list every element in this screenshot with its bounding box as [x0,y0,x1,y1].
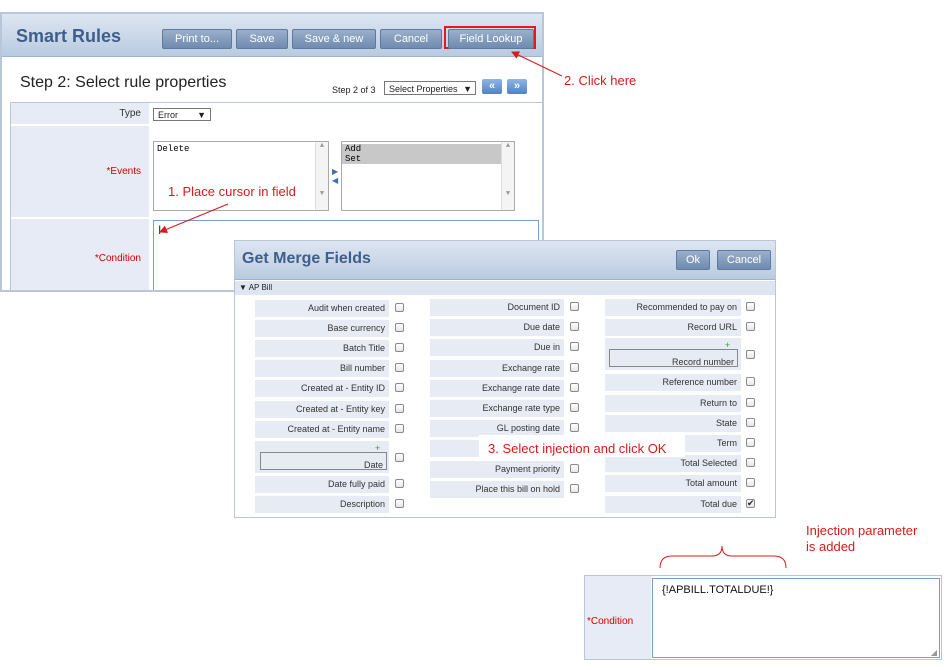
result-condition-textarea[interactable]: {!APBILL.TOTALDUE!} ◢ [652,578,940,658]
field-reference-number: Reference number [605,374,741,391]
field-base-currency: Base currency [255,320,389,337]
checkbox[interactable] [570,423,579,432]
checkbox[interactable] [746,302,755,311]
field-payment-priority: Payment priority [430,461,564,478]
field-due-in: Due in [430,339,564,356]
checkbox[interactable] [746,438,755,447]
checkbox[interactable] [746,458,755,467]
result-note-line2: is added [806,539,856,554]
result-note: Injection parameter is added [806,523,917,555]
field-created-entity-id: Created at - Entity ID [255,380,389,397]
ok-button[interactable]: Ok [676,250,710,270]
field-due-date: Due date [430,319,564,336]
section-label: AP Bill [248,283,273,292]
checkbox[interactable] [395,453,404,462]
resize-handle-icon[interactable]: ◢ [931,648,937,657]
field-exchange-rate-type: Exchange rate type [430,400,564,417]
merge-fields-title: Get Merge Fields [242,250,371,267]
field-exchange-rate-date: Exchange rate date [430,380,564,397]
field-total-due: Total due [605,496,741,513]
field-total-selected: Total Selected [605,455,741,472]
checkbox[interactable] [570,383,579,392]
field-created-entity-name: Created at - Entity name [255,421,389,438]
checkbox[interactable] [746,377,755,386]
field-record-url: Record URL [605,319,741,336]
checkbox[interactable] [570,363,579,372]
field-description: Description [255,496,389,513]
arrow-to-condition [159,203,229,234]
checkbox[interactable] [570,322,579,331]
checkbox[interactable] [570,484,579,493]
checkbox[interactable] [395,479,404,488]
checkbox[interactable] [746,478,755,487]
result-brace [659,545,787,569]
annotation-step3: 3. Select injection and click OK [488,441,667,456]
result-note-line1: Injection parameter [806,523,918,538]
field-batch-title: Batch Title [255,340,389,357]
checkbox[interactable] [395,363,404,372]
merge-fields-header: Get Merge Fields Ok Cancel [235,241,775,280]
arrow-to-field-lookup [511,51,563,77]
field-date-fully-paid: Date fully paid [255,476,389,493]
annotation-step2: 2. Click here [564,73,637,88]
checkbox[interactable] [395,343,404,352]
checkbox[interactable] [395,383,404,392]
result-condition-panel: *Condition {!APBILL.TOTALDUE!} ◢ [584,575,942,660]
checkbox[interactable] [746,322,755,331]
checkbox-checked[interactable]: ✔ [746,499,755,508]
checkbox[interactable] [570,403,579,412]
checkbox[interactable] [746,418,755,427]
result-condition-label: *Condition [585,576,651,659]
field-bill-number: Bill number [255,360,389,377]
field-return-to: Return to [605,395,741,412]
checkbox[interactable] [395,424,404,433]
field-place-bill-on-hold: Place this bill on hold [430,481,564,498]
condition-value: {!APBILL.TOTALDUE!} [662,584,774,596]
annotation-step1: 1. Place cursor in field [168,184,296,199]
checkbox[interactable] [570,302,579,311]
checkbox[interactable] [395,404,404,413]
field-exchange-rate: Exchange rate [430,360,564,377]
checkbox[interactable] [746,350,755,359]
checkbox[interactable] [395,303,404,312]
field-state: State [605,415,741,432]
field-date[interactable]: Date [260,452,387,470]
checkbox[interactable] [570,464,579,473]
field-recommended-to-pay-on: Recommended to pay on [605,299,741,316]
field-total-amount: Total amount [605,475,741,492]
checkbox[interactable] [395,323,404,332]
merge-fields-dialog: Get Merge Fields Ok Cancel ▼ AP Bill Aud… [234,240,776,518]
field-document-id: Document ID [430,299,564,316]
checkbox[interactable] [395,499,404,508]
checkbox[interactable] [746,398,755,407]
section-header[interactable]: ▼ AP Bill [235,281,775,295]
merge-cancel-button[interactable]: Cancel [717,250,771,270]
field-record-number[interactable]: Record number [609,349,738,367]
triangle-down-icon: ▼ [239,283,247,292]
checkbox[interactable] [570,342,579,351]
field-audit-when-created: Audit when created [255,300,389,317]
field-created-entity-key: Created at - Entity key [255,401,389,418]
